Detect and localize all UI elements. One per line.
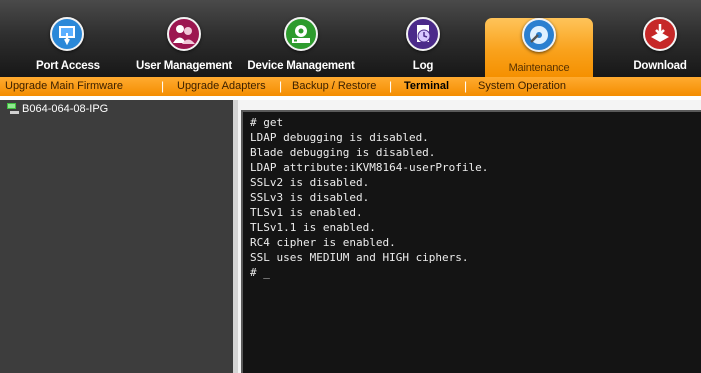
nav-label: Download — [633, 60, 687, 72]
nav-label: Log — [412, 60, 434, 72]
tab-system-operation[interactable]: System Operation — [478, 80, 566, 92]
port-access-icon — [50, 17, 84, 51]
terminal-prompt: # _ — [250, 266, 270, 279]
terminal-line: TLSv1.1 is enabled. — [250, 221, 376, 234]
maintenance-disc-icon — [522, 18, 556, 52]
terminal-line: LDAP attribute:iKVM8164-userProfile. — [250, 161, 489, 174]
nav-device-management[interactable]: Device Management — [247, 13, 355, 77]
tab-upgrade-adapters[interactable]: Upgrade Adapters — [177, 80, 266, 92]
terminal-line: SSLv3 is disabled. — [250, 191, 370, 204]
terminal-line: LDAP debugging is disabled. — [250, 131, 429, 144]
terminal-console[interactable]: # get LDAP debugging is disabled. Blade … — [241, 110, 701, 373]
sub-nav-separator: | — [464, 79, 468, 93]
nav-maintenance[interactable]: Maintenance — [485, 18, 593, 77]
nav-download[interactable]: Download — [626, 13, 694, 77]
nav-log[interactable]: Log — [395, 13, 451, 77]
nav-label: Device Management — [247, 60, 355, 72]
terminal-line: SSL uses MEDIUM and HIGH ciphers. — [250, 251, 469, 264]
terminal-line: RC4 cipher is enabled. — [250, 236, 396, 249]
terminal-line: TLSv1 is enabled. — [250, 206, 363, 219]
nav-user-management[interactable]: User Management — [132, 13, 236, 77]
tree-item-device[interactable]: B064-064-08-IPG — [7, 102, 109, 117]
tree-item-label: B064-064-08-IPG — [22, 103, 109, 115]
tab-backup-restore[interactable]: Backup / Restore — [292, 80, 376, 92]
nav-label: Port Access — [36, 60, 100, 72]
users-icon — [167, 17, 201, 51]
download-icon — [643, 17, 677, 51]
terminal-line: SSLv2 is disabled. — [250, 176, 370, 189]
sub-nav-bar: Upgrade Main Firmware | Upgrade Adapters… — [0, 77, 701, 96]
terminal-line: Blade debugging is disabled. — [250, 146, 436, 159]
sub-nav-separator: | — [161, 79, 165, 93]
terminal-line: # get — [250, 116, 284, 129]
device-icon — [7, 102, 19, 114]
nav-label: User Management — [135, 60, 233, 72]
device-tree-panel: B064-064-08-IPG — [0, 100, 233, 373]
top-nav-bar: Port Access User Management Device Manag… — [0, 0, 701, 77]
sub-nav-separator: | — [279, 79, 283, 93]
device-management-icon — [284, 17, 318, 51]
log-clock-icon — [406, 17, 440, 51]
tab-terminal[interactable]: Terminal — [404, 80, 449, 92]
nav-port-access[interactable]: Port Access — [36, 13, 100, 77]
nav-label: Maintenance — [508, 62, 570, 74]
sub-nav-separator: | — [389, 79, 393, 93]
app-window: Port Access User Management Device Manag… — [0, 0, 701, 373]
tab-upgrade-main-firmware[interactable]: Upgrade Main Firmware — [5, 80, 123, 92]
